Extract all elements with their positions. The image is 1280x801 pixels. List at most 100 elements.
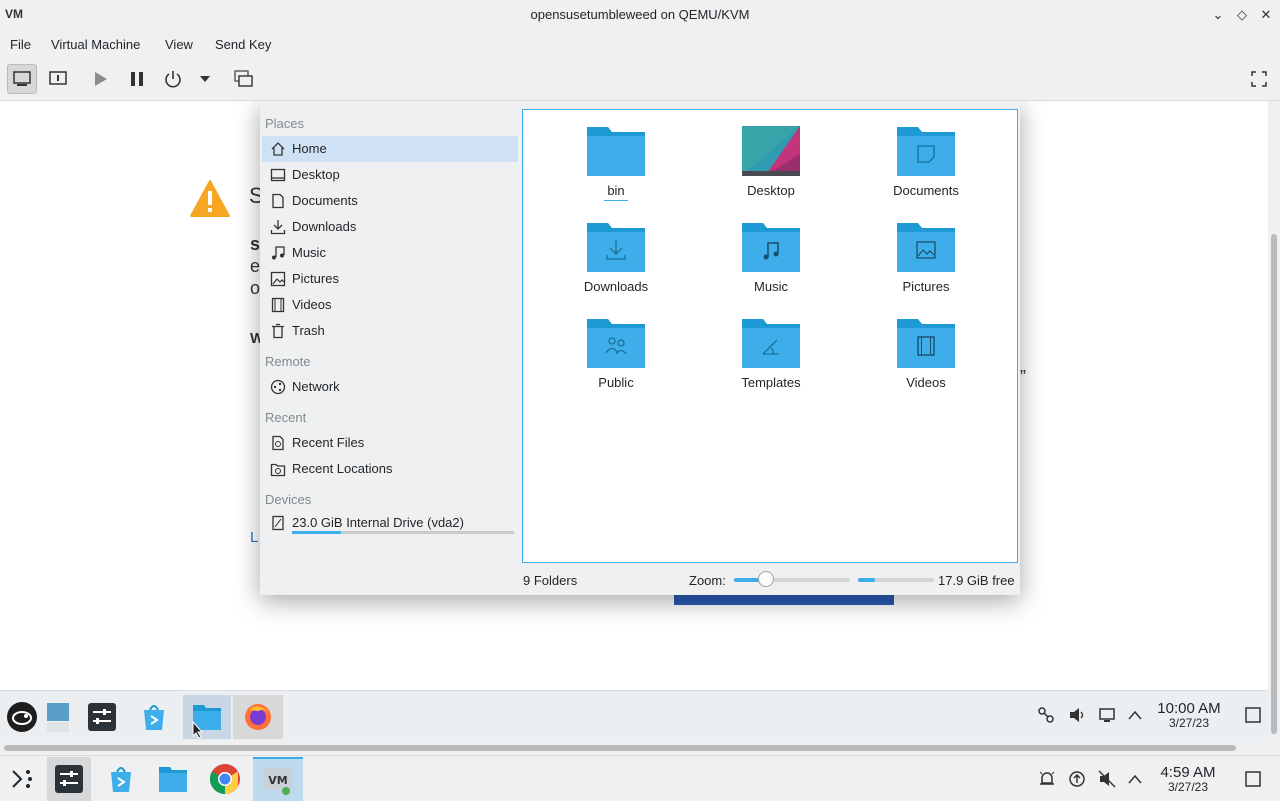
places-item-label: Music xyxy=(292,245,326,260)
places-item-documents[interactable]: Documents xyxy=(262,188,518,214)
places-panel: Places Home Desktop Documents Downloads … xyxy=(260,101,522,571)
host-tray-expand-icon[interactable] xyxy=(1124,768,1146,790)
host-clock[interactable]: 4:59 AM 3/27/23 xyxy=(1152,764,1224,794)
menu-view[interactable]: View xyxy=(165,37,193,52)
host-app-launcher[interactable] xyxy=(0,757,44,801)
folder-item-bin[interactable]: bin xyxy=(551,124,681,214)
file-view[interactable]: bin Desktop Documents Downloads Music Pi… xyxy=(522,109,1018,563)
toolbar xyxy=(0,58,1280,101)
zoom-label: Zoom: xyxy=(689,573,726,588)
places-item-label: Network xyxy=(292,379,340,394)
desktop-icon xyxy=(270,168,286,182)
snapshot-icon xyxy=(234,70,253,87)
folder-item-music[interactable]: Music xyxy=(706,220,836,310)
recent-locations-icon xyxy=(270,463,286,477)
fullscreen-icon xyxy=(1251,71,1267,87)
folder-item-pictures[interactable]: Pictures xyxy=(861,220,991,310)
downloads-icon xyxy=(270,220,286,235)
snapshots-button[interactable] xyxy=(229,64,259,94)
guest-show-desktop-button[interactable] xyxy=(38,695,78,739)
run-button[interactable] xyxy=(85,64,115,94)
menu-virtual-machine[interactable]: Virtual Machine xyxy=(51,37,140,52)
vm-display[interactable]: S s e o W L ” Places Home Desktop Docume… xyxy=(0,101,1268,690)
places-item-home[interactable]: Home xyxy=(262,136,518,162)
host-updates-icon[interactable] xyxy=(1066,768,1088,790)
places-item-network[interactable]: Network xyxy=(262,374,518,400)
folder-label: Downloads xyxy=(583,279,649,294)
folder-item-templates[interactable]: Templates xyxy=(706,316,836,406)
guest-task-firefox[interactable] xyxy=(233,695,283,739)
menu-bar: File Virtual Machine View Send Key xyxy=(0,30,1280,58)
folder-icon xyxy=(159,767,187,792)
places-item-music[interactable]: Music xyxy=(262,240,518,266)
shutdown-menu-dropdown[interactable] xyxy=(190,64,220,94)
host-volume-muted-icon[interactable] xyxy=(1096,768,1118,790)
host-taskbar: VM 4:59 AM 3/27/23 xyxy=(0,755,1280,801)
zoom-slider-handle[interactable] xyxy=(758,571,775,587)
guest-tray-expand-icon[interactable] xyxy=(1124,704,1146,726)
places-item-videos[interactable]: Videos xyxy=(262,292,518,318)
horizontal-scrollbar[interactable] xyxy=(0,741,1280,754)
host-notifications-icon[interactable] xyxy=(1036,768,1058,790)
folder-item-public[interactable]: Public xyxy=(551,316,681,406)
close-button[interactable]: ✕ xyxy=(1256,5,1276,25)
places-item-label: Recent Files xyxy=(292,435,365,450)
menu-send-key[interactable]: Send Key xyxy=(215,37,271,52)
folder-label: Public xyxy=(598,375,634,390)
guest-display-icon[interactable] xyxy=(1096,704,1118,726)
console-view-button[interactable] xyxy=(7,64,37,94)
fullscreen-button[interactable] xyxy=(1244,64,1274,94)
zoom-slider[interactable] xyxy=(734,571,850,587)
host-task-discover[interactable] xyxy=(99,757,143,801)
network-icon xyxy=(270,379,286,395)
host-show-desktop-icon[interactable] xyxy=(1242,768,1264,790)
public-folder-icon xyxy=(587,319,645,368)
details-view-button[interactable] xyxy=(43,64,73,94)
folder-item-documents[interactable]: Documents xyxy=(861,124,991,214)
shutdown-button[interactable] xyxy=(158,64,188,94)
places-item-label: Pictures xyxy=(292,271,339,286)
host-task-chrome[interactable] xyxy=(203,757,247,801)
folder-item-desktop[interactable]: Desktop xyxy=(706,124,836,214)
pause-button[interactable] xyxy=(122,64,152,94)
folder-label: Templates xyxy=(741,375,801,390)
places-item-recent-files[interactable]: Recent Files xyxy=(262,430,518,456)
folder-label: bin xyxy=(604,183,628,201)
host-task-file-manager[interactable] xyxy=(151,757,195,801)
folder-label: Videos xyxy=(906,375,946,390)
maximize-button[interactable]: ◇ xyxy=(1232,5,1252,25)
places-item-desktop[interactable]: Desktop xyxy=(262,162,518,188)
guest-clock-time: 10:00 AM xyxy=(1157,700,1221,717)
horizontal-scrollbar-thumb[interactable] xyxy=(4,745,1236,751)
vertical-scrollbar[interactable] xyxy=(1268,101,1280,741)
opensuse-logo-icon xyxy=(7,702,37,732)
vertical-scrollbar-thumb[interactable] xyxy=(1271,234,1277,734)
settings-icon xyxy=(88,703,116,731)
host-task-settings[interactable] xyxy=(47,757,91,801)
guest-clock[interactable]: 10:00 AM 3/27/23 xyxy=(1150,700,1228,730)
guest-task-settings[interactable] xyxy=(80,695,124,739)
guest-show-desktop-icon[interactable] xyxy=(1242,704,1264,726)
guest-task-file-manager[interactable] xyxy=(183,695,231,739)
background-text: o xyxy=(250,278,261,298)
pictures-icon xyxy=(270,271,286,287)
background-link[interactable]: L xyxy=(250,529,258,546)
svg-text:VM: VM xyxy=(268,774,287,787)
host-task-virt-manager[interactable]: VM xyxy=(253,757,303,801)
guest-task-discover[interactable] xyxy=(132,695,176,739)
places-item-pictures[interactable]: Pictures xyxy=(262,266,518,292)
places-item-recent-locations[interactable]: Recent Locations xyxy=(262,456,518,482)
menu-file[interactable]: File xyxy=(10,37,31,52)
minimize-button[interactable]: ⌄ xyxy=(1208,5,1228,25)
folder-item-videos[interactable]: Videos xyxy=(861,316,991,406)
places-section-label: Places xyxy=(265,116,305,131)
folder-icon xyxy=(587,127,645,176)
window-title: opensusetumbleweed on QEMU/KVM xyxy=(530,7,750,22)
guest-network-icon[interactable] xyxy=(1035,704,1057,726)
guest-volume-icon[interactable] xyxy=(1066,704,1088,726)
folder-item-downloads[interactable]: Downloads xyxy=(551,220,681,310)
chrome-icon xyxy=(209,764,240,794)
places-item-label: Trash xyxy=(292,323,325,338)
places-item-downloads[interactable]: Downloads xyxy=(262,214,518,240)
places-item-trash[interactable]: Trash xyxy=(262,318,518,344)
